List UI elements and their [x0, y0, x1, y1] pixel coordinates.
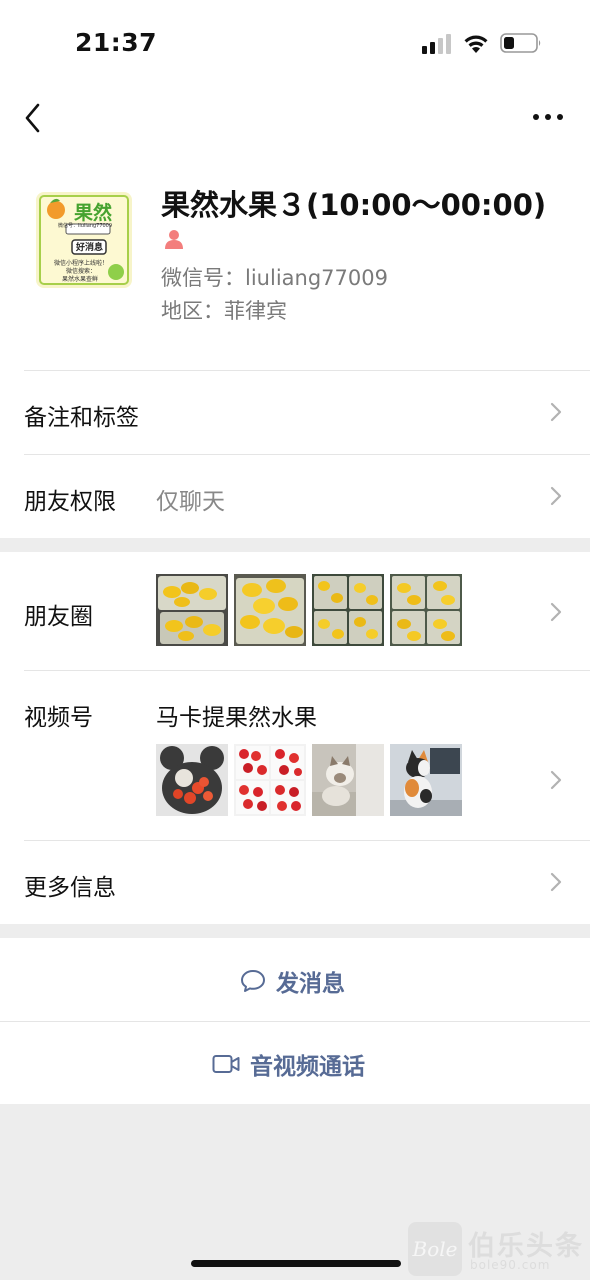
status-time: 21:37: [75, 28, 158, 57]
wifi-icon: [464, 35, 488, 53]
divider: [24, 454, 590, 455]
friend-permissions-row[interactable]: 朋友权限 仅聊天: [0, 454, 590, 538]
remarks-label: 备注和标签: [24, 405, 139, 431]
channels-video-thumb-3[interactable]: [312, 744, 384, 816]
chevron-right-icon: [550, 486, 562, 506]
channels-video-thumb-2[interactable]: [234, 744, 306, 816]
channels-row[interactable]: 视频号 马卡提果然水果: [0, 670, 590, 840]
wechat-id: 微信号：liuliang77009: [161, 266, 388, 290]
video-camera-icon: [212, 1055, 240, 1073]
avatar[interactable]: 果然 微信号：liuliang77009 好消息 微信小程序上线啦！ 微信搜索：…: [36, 192, 132, 288]
back-arrow-icon[interactable]: [20, 100, 46, 136]
battery-icon: [500, 33, 541, 53]
chevron-right-icon: [550, 602, 562, 622]
moments-photo-jackfruit-3[interactable]: [312, 574, 384, 646]
send-message-button[interactable]: 发消息: [0, 938, 590, 1021]
moments-photo-jackfruit-1[interactable]: [156, 574, 228, 646]
channels-label: 视频号: [24, 705, 93, 731]
video-call-label: 音视频通话: [250, 1054, 365, 1080]
remarks-and-tags-row[interactable]: 备注和标签: [0, 370, 590, 454]
divider: [24, 670, 590, 671]
status-bar: 21:37: [0, 0, 590, 88]
female-gender-icon: [165, 230, 183, 249]
contact-name: 果然水果３(10:00～00:00): [161, 188, 547, 222]
channels-video-thumb-4[interactable]: [390, 744, 462, 816]
chevron-right-icon: [550, 770, 562, 790]
navigation-bar: [0, 88, 590, 148]
moments-row[interactable]: 朋友圈: [0, 552, 590, 670]
permissions-label: 朋友权限: [24, 489, 116, 515]
avatar-line3-text: 果然水果查鲜: [62, 276, 99, 283]
chat-bubble-icon: [241, 970, 265, 992]
permissions-value: 仅聊天: [156, 489, 225, 515]
more-info-row[interactable]: 更多信息: [0, 840, 590, 924]
avatar-badge-text: 好消息: [76, 243, 104, 253]
moments-photo-jackfruit-2[interactable]: [234, 574, 306, 646]
video-call-button[interactable]: 音视频通话: [0, 1021, 590, 1104]
moments-label: 朋友圈: [24, 604, 93, 630]
watermark-url: bole90.com: [470, 1258, 551, 1272]
channels-name: 马卡提果然水果: [156, 705, 317, 731]
avatar-brand-text: 果然: [74, 202, 113, 224]
moments-photo-jackfruit-4[interactable]: [390, 574, 462, 646]
avatar-id-text: 微信号：liuliang77009: [58, 223, 113, 229]
divider: [24, 370, 590, 371]
region: 地区：菲律宾: [161, 299, 287, 323]
watermark: Bole 伯乐头条 bole90.com: [408, 1222, 590, 1280]
more-info-label: 更多信息: [24, 875, 116, 901]
send-message-label: 发消息: [276, 971, 345, 997]
channels-video-thumb-1[interactable]: [156, 744, 228, 816]
profile-header: 果然 微信号：liuliang77009 好消息 微信小程序上线啦！ 微信搜索：…: [0, 148, 590, 370]
divider: [24, 840, 590, 841]
watermark-logo: Bole: [408, 1222, 462, 1276]
cellular-signal-icon: [422, 34, 451, 54]
chevron-right-icon: [550, 872, 562, 892]
chevron-right-icon: [550, 402, 562, 422]
more-options-icon[interactable]: [530, 102, 566, 132]
divider: [0, 1021, 590, 1022]
home-indicator[interactable]: [191, 1260, 401, 1267]
